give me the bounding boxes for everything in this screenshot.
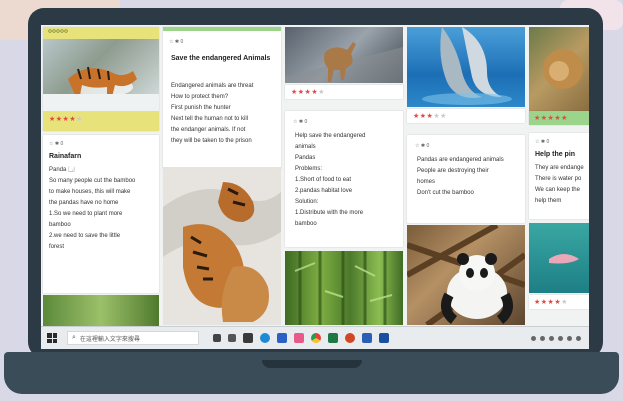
tiger-card[interactable]: ΦΦΦΦΦ ★★★★★ [43, 27, 159, 131]
search-placeholder: 在這裡輸入文字來搜尋 [79, 336, 140, 343]
taskbar: ⌕ 在這裡輸入文字來搜尋 [41, 326, 589, 349]
rating-stars[interactable]: ★★★★★ [534, 114, 568, 122]
rating-bar: ★★★★★ [529, 295, 589, 309]
lion-photo [529, 27, 589, 111]
tiger-photo [43, 39, 159, 111]
tiger-image [43, 66, 159, 111]
word-icon[interactable] [362, 333, 372, 343]
deer-photo [285, 27, 403, 83]
excel-icon[interactable] [328, 333, 338, 343]
lion-image [543, 49, 583, 89]
deer-image [285, 42, 403, 83]
laptop-notch [262, 360, 362, 368]
note-pin: ☆ ✱ 0 [169, 39, 184, 45]
tray-icon [576, 335, 581, 341]
note-card[interactable]: ☆ ✱ 0 Help save the endangered animals P… [285, 111, 403, 247]
taskbar-search[interactable]: ⌕ 在這裡輸入文字來搜尋 [67, 331, 199, 345]
rating-stars[interactable]: ★★★★★ [49, 115, 83, 123]
note-pin: ☆ ✱ 0 [535, 139, 550, 145]
windows-start-icon[interactable] [47, 333, 57, 343]
card-tag: ΦΦΦΦΦ [48, 29, 68, 35]
tray-icon [540, 335, 545, 341]
dolphin-photo [407, 27, 525, 107]
dolphin-image [422, 27, 512, 105]
note-pin: ☆ ✱ 0 [415, 143, 430, 149]
tray-icon [531, 335, 536, 341]
paint-icon[interactable] [294, 333, 304, 343]
bamboo-image [294, 251, 393, 325]
tray-icon [549, 335, 554, 341]
bamboo-photo [285, 251, 403, 325]
tray-icon [558, 335, 563, 341]
edge-icon[interactable] [260, 333, 270, 343]
widgets-icon[interactable] [228, 334, 236, 342]
tiger-cubs-image [163, 182, 281, 322]
tray-icon [567, 335, 572, 341]
note-body: Pandas are endangered animals People are… [417, 157, 504, 196]
system-tray[interactable] [531, 335, 581, 341]
note-body: Endangered animals are threat How to pro… [171, 83, 254, 144]
note-card[interactable]: ☆ ✱ 0 Pandas are endangered animals Peop… [407, 135, 525, 223]
note-title: Help the pin [535, 151, 576, 158]
note-body: Panda 🗔 So many people cut the bamboo to… [49, 167, 136, 250]
task-view-icon[interactable] [213, 334, 221, 342]
chrome-icon[interactable] [311, 333, 321, 343]
play-icon[interactable] [277, 333, 287, 343]
note-card[interactable]: ☆ ✱ 0 Help the pin They are endange Ther… [529, 133, 589, 219]
search-icon: ⌕ [72, 334, 76, 341]
forest-photo [43, 295, 159, 327]
store-icon[interactable] [243, 333, 253, 343]
note-title: Save the endangered Animals [171, 55, 271, 62]
rating-stars[interactable]: ★★★★★ [291, 88, 325, 96]
note-pin: ☆ ✱ 0 [293, 119, 308, 125]
rating-bar: ★★★★★ [529, 111, 589, 125]
rating-bar: ★★★★★ [285, 85, 403, 99]
laptop-base [4, 352, 619, 394]
rating-stars[interactable]: ★★★★★ [534, 298, 568, 306]
powerpoint-icon[interactable] [345, 333, 355, 343]
note-card[interactable]: ☆ ✱ 0 Rainafarn Panda 🗔 So many people c… [43, 135, 159, 293]
note-card[interactable]: ☆ ✱ 0 Save the endangered Animals Endang… [163, 27, 281, 169]
tiger-cubs-photo [163, 167, 281, 325]
rating-bar: ★★★★★ [407, 109, 525, 123]
screen: ΦΦΦΦΦ ★★★★★ ☆ ✱ 0 Rainafarn Panda 🗔 So m… [41, 25, 589, 349]
note-title: Rainafarn [49, 153, 82, 160]
note-body: They are endange There is water po We ca… [535, 165, 584, 204]
pink-dolphin-photo [529, 223, 589, 293]
pink-dolphin-image [549, 254, 579, 264]
panda-photo [407, 225, 525, 325]
note-pin: ☆ ✱ 0 [49, 141, 64, 147]
panda-image [407, 225, 525, 325]
facebook-icon[interactable] [379, 333, 389, 343]
rating-stars[interactable]: ★★★★★ [413, 112, 447, 120]
note-body: Help save the endangered animals Pandas … [295, 133, 366, 227]
